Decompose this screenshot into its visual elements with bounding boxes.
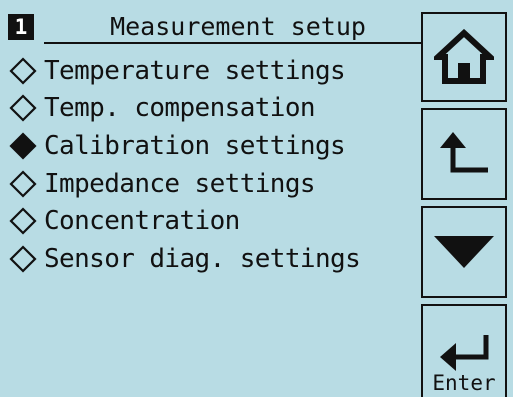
page-number-badge: 1 xyxy=(8,14,34,40)
lcd-screen: 1 Measurement setup Temperature settings… xyxy=(0,0,513,397)
menu-item-label: Temp. compensation xyxy=(44,93,316,124)
menu-item-label: Concentration xyxy=(44,206,240,237)
diamond-outline-icon xyxy=(8,206,44,236)
menu-item-label: Impedance settings xyxy=(44,168,316,199)
title-underline xyxy=(44,42,422,44)
menu-item-impedance-settings[interactable]: Impedance settings xyxy=(8,165,418,203)
menu-item-calibration-settings[interactable]: Calibration settings xyxy=(8,127,418,165)
menu-list: Temperature settings Temp. compensation … xyxy=(8,52,418,278)
down-triangle-icon xyxy=(434,236,494,268)
menu-item-label: Calibration settings xyxy=(44,130,346,161)
enter-arrow-icon xyxy=(440,335,489,371)
diamond-outline-icon xyxy=(8,93,44,123)
button-column: Enter xyxy=(421,12,509,397)
back-button[interactable] xyxy=(421,108,507,200)
diamond-outline-icon xyxy=(8,169,44,199)
menu-item-concentration[interactable]: Concentration xyxy=(8,202,418,240)
header: 1 Measurement setup xyxy=(8,12,422,44)
menu-item-label: Temperature settings xyxy=(44,55,346,86)
down-button[interactable] xyxy=(421,206,507,298)
home-icon xyxy=(434,29,494,84)
page-title: Measurement setup xyxy=(110,12,366,41)
menu-item-temp-compensation[interactable]: Temp. compensation xyxy=(8,90,418,128)
menu-item-temperature-settings[interactable]: Temperature settings xyxy=(8,52,418,90)
diamond-filled-icon xyxy=(8,131,44,161)
menu-item-sensor-diag-settings[interactable]: Sensor diag. settings xyxy=(8,240,418,278)
enter-button[interactable]: Enter xyxy=(421,304,507,397)
home-button[interactable] xyxy=(421,12,507,102)
menu-item-label: Sensor diag. settings xyxy=(44,243,361,274)
diamond-outline-icon xyxy=(8,244,44,274)
return-arrow-icon xyxy=(440,132,488,173)
enter-label: Enter xyxy=(432,371,496,395)
diamond-outline-icon xyxy=(8,56,44,86)
